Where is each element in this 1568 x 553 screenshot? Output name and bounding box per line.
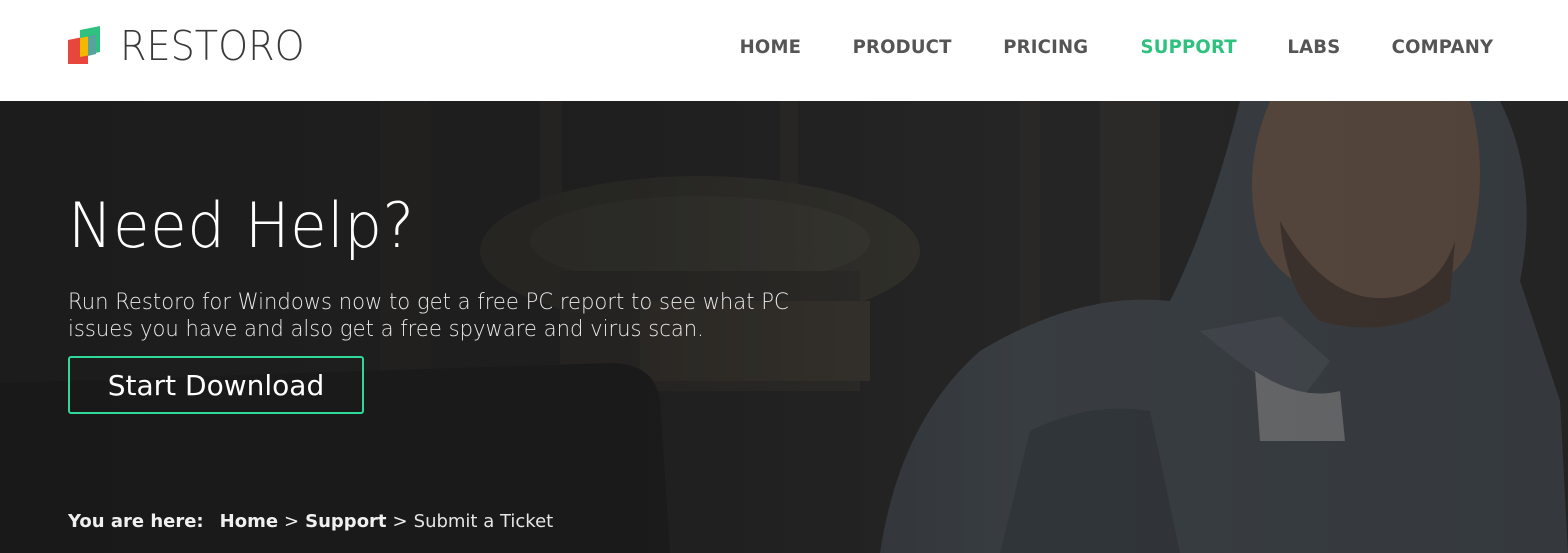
hero-title: Need Help? [68, 189, 415, 262]
site-header: RESTORO HOME PRODUCT PRICING SUPPORT LAB… [0, 0, 1568, 101]
nav-item-company[interactable]: COMPANY [1392, 36, 1494, 58]
nav-item-home[interactable]: HOME [740, 36, 802, 58]
restoro-logo-icon [68, 26, 100, 64]
hero-description: Run Restoro for Windows now to get a fre… [68, 290, 789, 342]
breadcrumb-current: Submit a Ticket [413, 511, 554, 532]
nav-item-labs[interactable]: LABS [1288, 36, 1341, 58]
nav-item-product[interactable]: PRODUCT [853, 36, 952, 58]
logo-link[interactable]: RESTORO [68, 25, 319, 67]
brand-name: RESTORO [120, 22, 305, 70]
breadcrumb: You are here: Home > Support > Submit a … [68, 511, 553, 532]
breadcrumb-prefix: You are here: [68, 511, 204, 532]
main-nav: HOME PRODUCT PRICING SUPPORT LABS COMPAN… [738, 36, 1496, 58]
hero-section: Need Help? Run Restoro for Windows now t… [0, 101, 1568, 553]
breadcrumb-link-home[interactable]: Home [220, 511, 278, 532]
nav-item-support[interactable]: SUPPORT [1141, 36, 1237, 58]
start-download-button[interactable]: Start Download [68, 356, 364, 414]
nav-item-pricing[interactable]: PRICING [1004, 36, 1089, 58]
breadcrumb-link-support[interactable]: Support [305, 511, 386, 532]
breadcrumb-separator: > [392, 511, 408, 532]
breadcrumb-separator: > [284, 511, 300, 532]
